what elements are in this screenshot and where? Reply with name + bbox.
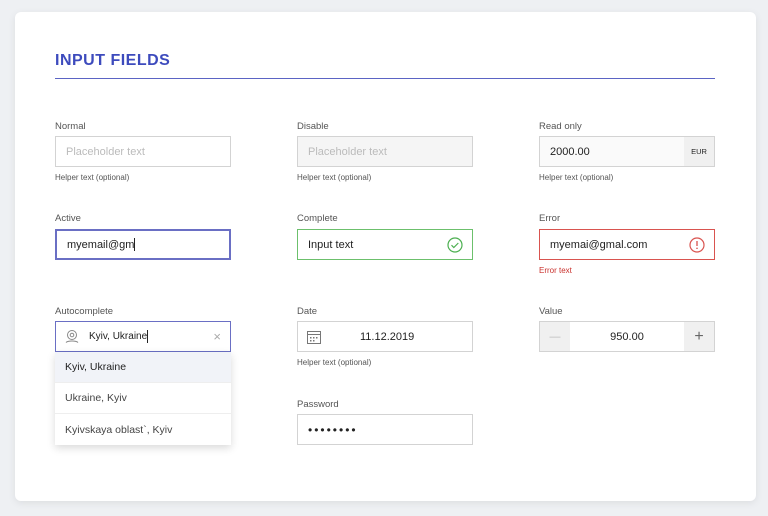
- active-input[interactable]: myemail@gm: [55, 229, 231, 260]
- active-value: myemail@gm: [67, 238, 135, 251]
- error-input[interactable]: myemai@gmal.com: [539, 229, 715, 260]
- normal-label: Normal: [55, 121, 86, 132]
- complete-input[interactable]: Input text: [297, 229, 473, 260]
- error-label: Error: [539, 213, 561, 224]
- normal-placeholder: Placeholder text: [66, 145, 145, 158]
- error-value: myemai@gmal.com: [550, 238, 648, 251]
- page-title: INPUT FIELDS: [55, 52, 171, 69]
- dropdown-option[interactable]: Kyiv, Ukraine: [55, 352, 231, 383]
- value-label: Value: [539, 306, 563, 317]
- dropdown-option[interactable]: Ukraine, Kyiv: [55, 383, 231, 414]
- date-value: 11.12.2019: [360, 330, 415, 343]
- currency-suffix: EUR: [684, 137, 714, 166]
- autocomplete-label: Autocomplete: [55, 306, 114, 317]
- readonly-label: Read only: [539, 121, 582, 132]
- disable-helper: Helper text (optional): [297, 173, 372, 182]
- disable-placeholder: Placeholder text: [308, 145, 387, 158]
- readonly-input: 2000.00 EUR: [539, 136, 715, 167]
- password-label: Password: [297, 399, 339, 410]
- title-divider: [55, 78, 715, 79]
- autocomplete-input[interactable]: Kyiv, Ukraine ×: [55, 321, 231, 352]
- disabled-input: Placeholder text: [297, 136, 473, 167]
- normal-input[interactable]: Placeholder text: [55, 136, 231, 167]
- password-input[interactable]: ••••••••: [297, 414, 473, 445]
- date-helper: Helper text (optional): [297, 358, 372, 367]
- date-input[interactable]: 11.12.2019: [297, 321, 473, 352]
- autocomplete-dropdown: Kyiv, Ukraine Ukraine, Kyiv Kyivskaya ob…: [55, 352, 231, 445]
- exclamation-circle-icon: [689, 236, 705, 253]
- normal-helper: Helper text (optional): [55, 173, 130, 182]
- active-label: Active: [55, 213, 81, 224]
- check-circle-icon: [447, 236, 463, 253]
- decrement-button[interactable]: —: [540, 322, 570, 351]
- error-message: Error text: [539, 266, 572, 275]
- autocomplete-value: Kyiv, Ukraine: [89, 331, 148, 342]
- disable-label: Disable: [297, 121, 329, 132]
- location-pin-icon: [64, 329, 80, 345]
- readonly-helper: Helper text (optional): [539, 173, 614, 182]
- dropdown-option[interactable]: Kyivskaya oblast`, Kyiv: [55, 414, 231, 445]
- complete-label: Complete: [297, 213, 338, 224]
- password-value: ••••••••: [308, 422, 358, 437]
- clear-icon[interactable]: ×: [213, 329, 221, 344]
- increment-button[interactable]: +: [684, 322, 714, 351]
- stepper-value: 950.00: [610, 330, 644, 343]
- calendar-icon[interactable]: [306, 329, 322, 345]
- readonly-value: 2000.00: [550, 145, 590, 158]
- date-label: Date: [297, 306, 318, 317]
- complete-value: Input text: [308, 238, 354, 251]
- value-stepper[interactable]: — 950.00 +: [539, 321, 715, 352]
